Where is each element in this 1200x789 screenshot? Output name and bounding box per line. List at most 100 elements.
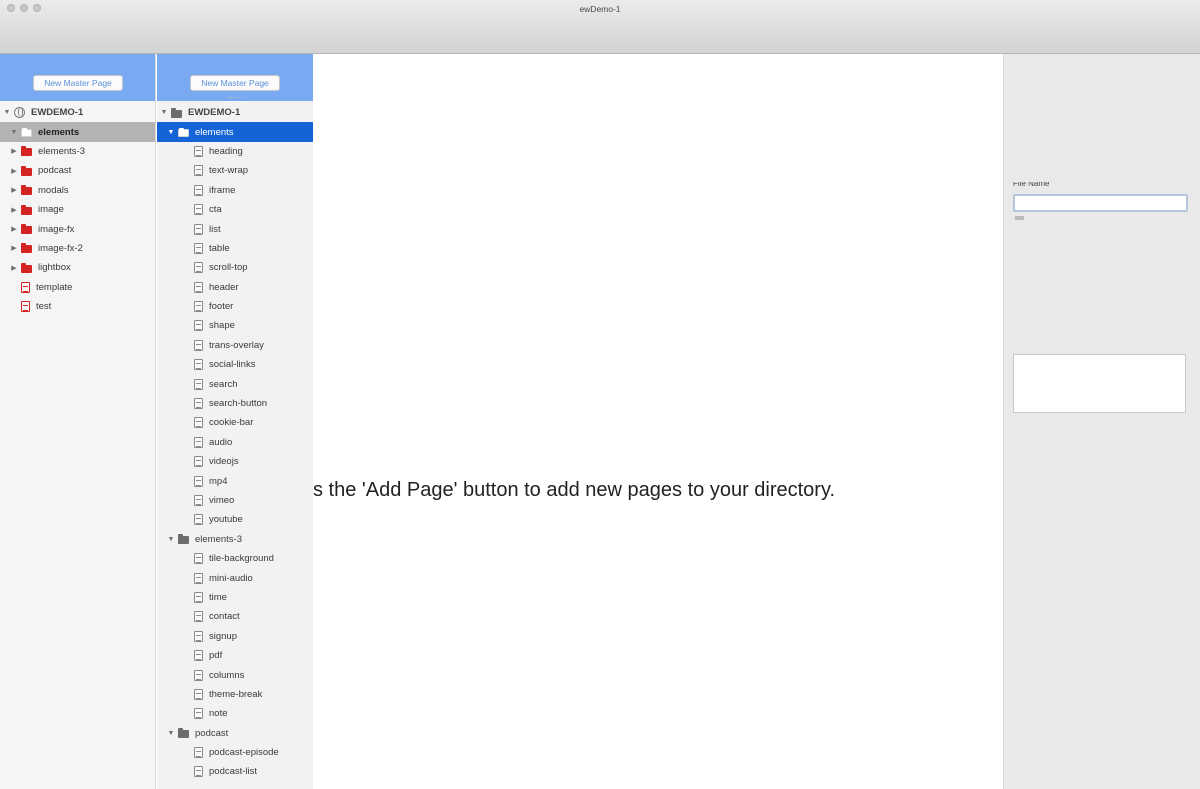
page-list-item[interactable]: theme-break <box>157 685 313 704</box>
folder-icon <box>21 165 32 176</box>
page-list-item[interactable]: table <box>157 239 313 258</box>
page-icon <box>194 417 203 429</box>
page-list-item-label: time <box>209 591 227 603</box>
site-tree-item[interactable]: ▶ image <box>0 200 155 219</box>
disclosure-closed-icon[interactable]: ▶ <box>10 244 18 252</box>
site-tree-item[interactable]: test <box>0 297 155 316</box>
resize-grip[interactable] <box>229 97 241 99</box>
page-list-item-label: list <box>209 223 221 235</box>
page-list-item-label: youtube <box>209 514 243 526</box>
site-tree-item-label: podcast <box>38 165 72 177</box>
page-list-item-label: heading <box>209 145 243 157</box>
page-icon <box>194 553 203 565</box>
disclosure-closed-icon[interactable]: ▶ <box>10 167 18 175</box>
page-list-item[interactable]: cta <box>157 200 313 219</box>
page-list-item[interactable]: pdf <box>157 646 313 665</box>
page-list-item[interactable]: shape <box>157 316 313 335</box>
disclosure-closed-icon[interactable]: ▶ <box>10 147 18 155</box>
site-tree-item[interactable]: ▶ lightbox <box>0 258 155 277</box>
site-tree-item[interactable]: template <box>0 278 155 297</box>
option-checkbox[interactable] <box>1015 216 1024 220</box>
page-list-item[interactable]: time <box>157 588 313 607</box>
page-list-item[interactable]: iframe <box>157 181 313 200</box>
page-list-item-label: videojs <box>209 456 239 468</box>
page-list-item[interactable]: search <box>157 374 313 393</box>
site-tree-item[interactable]: ▶ modals <box>0 181 155 200</box>
page-group-label: elements-3 <box>195 533 242 545</box>
page-list-item[interactable]: cookie-bar <box>157 413 313 432</box>
folder-icon <box>178 534 189 545</box>
page-group[interactable]: ▼ podcast <box>157 724 313 743</box>
disclosure-closed-icon[interactable]: ▶ <box>10 264 18 272</box>
disclosure-open-icon[interactable]: ▼ <box>160 109 168 116</box>
page-list-item-label: cookie-bar <box>209 417 254 429</box>
folder-icon <box>21 262 32 273</box>
disclosure-open-icon[interactable]: ▼ <box>10 129 18 136</box>
page-group[interactable]: ▼ elements-3 <box>157 530 313 549</box>
page-icon <box>194 591 203 603</box>
page-list-item[interactable]: audio <box>157 433 313 452</box>
site-tree-item[interactable]: ▼ elements <box>0 122 155 142</box>
disclosure-closed-icon[interactable]: ▶ <box>10 186 18 194</box>
page-list-item-label: mp4 <box>209 475 228 487</box>
page-list-item[interactable]: note <box>157 704 313 723</box>
page-list-item[interactable]: tile-background <box>157 549 313 568</box>
disclosure-closed-icon[interactable]: ▶ <box>10 225 18 233</box>
page-list-item-label: audio <box>209 436 233 448</box>
page-list-item[interactable]: columns <box>157 665 313 684</box>
page-list-item[interactable]: heading <box>157 142 313 161</box>
disclosure-open-icon[interactable]: ▼ <box>167 129 175 136</box>
page-list-item[interactable]: vimeo <box>157 491 313 510</box>
page-list-item[interactable]: youtube <box>157 510 313 529</box>
inspector-panel: File Name <box>1003 54 1200 789</box>
page-group-label: podcast <box>195 727 229 739</box>
file-name-label: File Name <box>1013 182 1050 188</box>
page-list-item[interactable]: mini-audio <box>157 568 313 587</box>
disclosure-closed-icon[interactable]: ▶ <box>10 206 18 214</box>
new-master-page-button-2[interactable]: New Master Page <box>190 75 280 91</box>
new-master-page-button[interactable]: New Master Page <box>33 75 123 91</box>
page-group[interactable]: ▼ elements <box>157 122 313 142</box>
site-tree-item[interactable]: ▶ elements-3 <box>0 142 155 161</box>
page-list-item-label: vimeo <box>209 495 235 506</box>
page-list-item[interactable]: podcast-episode <box>157 743 313 762</box>
site-tree-item[interactable]: ▶ image-fx <box>0 219 155 238</box>
page-icon <box>194 145 203 157</box>
page-list-item[interactable]: text-wrap <box>157 161 313 180</box>
page-list-item[interactable]: signup <box>157 627 313 646</box>
page-icon <box>194 630 203 642</box>
page-list-item-label: header <box>209 281 239 293</box>
page-icon <box>194 514 203 526</box>
page-icon <box>21 301 30 313</box>
page-list-item-label: pdf <box>209 650 223 662</box>
page-list-item-label: trans-overlay <box>209 339 264 351</box>
page-list-item[interactable]: header <box>157 278 313 297</box>
site-tree-header: New Master Page <box>0 54 155 101</box>
page-tree-header: New Master Page <box>157 54 313 101</box>
page-list-item[interactable]: footer <box>157 297 313 316</box>
disclosure-open-icon[interactable]: ▼ <box>3 109 11 116</box>
page-icon <box>194 359 203 371</box>
site-tree-item-label: image-fx <box>38 223 75 235</box>
site-tree-item-label: lightbox <box>38 262 71 274</box>
disclosure-open-icon[interactable]: ▼ <box>167 730 175 737</box>
page-list-item[interactable]: scroll-top <box>157 258 313 277</box>
page-root[interactable]: ▼ EWDEMO-1 <box>157 103 313 122</box>
site-tree-item[interactable]: ▶ podcast <box>0 161 155 180</box>
site-root[interactable]: ▼ EWDEMO-1 <box>0 103 155 122</box>
page-list-item[interactable]: videojs <box>157 452 313 471</box>
notes-box[interactable] <box>1013 354 1186 413</box>
page-list-item[interactable]: contact <box>157 607 313 626</box>
disclosure-open-icon[interactable]: ▼ <box>167 536 175 543</box>
option-row[interactable] <box>1015 216 1125 220</box>
window-title: ewDemo-1 <box>579 4 621 14</box>
site-tree-item[interactable]: ▶ image-fx-2 <box>0 239 155 258</box>
page-list-item[interactable]: mp4 <box>157 471 313 490</box>
file-name-input[interactable] <box>1013 194 1188 212</box>
page-list-item[interactable]: trans-overlay <box>157 336 313 355</box>
page-list-item[interactable]: search-button <box>157 394 313 413</box>
page-list-item[interactable]: podcast-list <box>157 762 313 781</box>
page-list-item[interactable]: list <box>157 219 313 238</box>
page-icon <box>194 475 203 487</box>
page-list-item[interactable]: social-links <box>157 355 313 374</box>
